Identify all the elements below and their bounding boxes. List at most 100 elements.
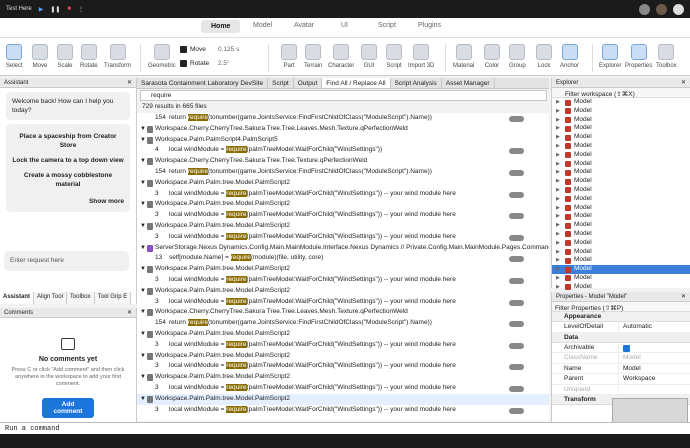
anchor-button[interactable]: Anchor [560, 44, 579, 69]
property-section[interactable]: Appearance [552, 312, 690, 322]
file-row[interactable]: ▼ Workspace.Palm.Palm.tree.Model.PalmScri… [137, 329, 549, 340]
match-row[interactable]: 3 local windModule = require(palmTreeMode… [137, 232, 549, 243]
property-section[interactable]: Data [552, 332, 690, 343]
lock-button[interactable]: Lock [536, 44, 552, 69]
file-row[interactable]: ▼ Workspace.Palm.Palm.tree.Model.PalmScri… [137, 286, 549, 297]
match-row[interactable]: 3 local windModule = require(palmTreeMode… [137, 297, 549, 308]
explorer-item[interactable]: ▶ Model [552, 116, 690, 125]
match-row[interactable]: 154 return require(tonumber(game.JointsSe… [137, 318, 549, 329]
match-toggle[interactable] [509, 299, 524, 306]
move-increment-field[interactable]: 0.125 s [218, 46, 239, 53]
match-row[interactable]: 154 return require(tonumber(game.JointsSe… [137, 167, 549, 178]
avatar[interactable] [639, 3, 650, 15]
tab-asset-manager[interactable]: Asset Manager [442, 78, 495, 88]
match-toggle[interactable] [509, 321, 524, 328]
file-row[interactable]: ▼ Workspace.Palm.Palm.tree.Model.PalmScri… [137, 178, 549, 189]
match-toggle[interactable] [509, 169, 524, 176]
explorer-item[interactable]: ▶ Model [552, 265, 690, 274]
chevron-right-icon[interactable]: ▶ [556, 151, 560, 160]
suggestion-chip[interactable]: Lock the camera to a top down view [12, 156, 124, 165]
close-icon[interactable]: ✕ [681, 79, 686, 86]
explorer-item[interactable]: ▶ Model [552, 133, 690, 142]
settings-icon[interactable] [673, 3, 684, 15]
file-row[interactable]: ▼ Workspace.Palm.Palm.tree.Model.PalmScri… [137, 221, 549, 232]
chevron-down-icon[interactable]: ▼ [140, 264, 146, 275]
chevron-right-icon[interactable]: ▶ [556, 239, 560, 248]
chevron-down-icon[interactable]: ▼ [140, 124, 146, 135]
match-row[interactable]: 3 local windModule = require(palmTreeMode… [137, 340, 549, 351]
explorer-item[interactable]: ▶ Model [552, 177, 690, 186]
test-here-dropdown[interactable]: Test Here [6, 6, 32, 12]
tab-assistant[interactable]: Assistant [0, 292, 35, 304]
tab-plugins[interactable]: Plugins [418, 22, 441, 29]
property-row[interactable]: LevelOfDetail Automatic [552, 322, 690, 333]
tab-align-tool[interactable]: Align Tool [34, 292, 67, 304]
chevron-down-icon[interactable]: ▼ [140, 221, 146, 232]
file-row[interactable]: ▼ Workspace.Cherry.CherryTree.Sakura Tree… [137, 124, 549, 135]
tab-model[interactable]: Model [253, 22, 272, 29]
chevron-right-icon[interactable]: ▶ [556, 98, 560, 107]
file-row[interactable]: ▼ ServerStorage.Nexus Dynamics.Config.Mai… [137, 243, 549, 254]
explorer-item[interactable]: ▶ Model [552, 239, 690, 248]
transform-tool[interactable]: Transform [104, 44, 131, 69]
match-row[interactable]: 154 return require(tonumber(game.JointsSe… [137, 113, 549, 124]
match-toggle[interactable] [509, 277, 524, 284]
import-3d-button[interactable]: Import 3D [408, 44, 434, 69]
chevron-down-icon[interactable]: ▼ [140, 199, 146, 210]
properties-toggle[interactable]: Properties [625, 44, 652, 69]
chevron-right-icon[interactable]: ▶ [556, 265, 560, 274]
property-value[interactable]: Model [619, 353, 641, 363]
file-row[interactable]: ▼ Workspace.Cherry.CherryTree.Sakura Tree… [137, 156, 549, 167]
chevron-right-icon[interactable]: ▶ [556, 160, 560, 169]
part-button[interactable]: Part [281, 44, 297, 69]
property-row[interactable]: Parent Workspace [552, 374, 690, 385]
chevron-right-icon[interactable]: ▶ [556, 221, 560, 230]
property-value[interactable] [619, 343, 630, 353]
request-input[interactable]: Enter request here [4, 251, 129, 271]
move-tool[interactable]: Move [32, 44, 48, 69]
chevron-right-icon[interactable]: ▶ [556, 204, 560, 213]
match-toggle[interactable] [509, 256, 524, 263]
property-value[interactable]: Model [619, 364, 641, 374]
explorer-item[interactable]: ▶ Model [552, 107, 690, 116]
match-row[interactable]: 3 local windModule = require(palmTreeMode… [137, 361, 549, 372]
suggestion-chip[interactable]: Place a spaceship from Creator Store [12, 132, 124, 150]
chevron-right-icon[interactable]: ▶ [556, 133, 560, 142]
find-input[interactable]: require [140, 90, 547, 101]
explorer-item[interactable]: ▶ Model [552, 195, 690, 204]
command-bar[interactable]: Run a command [0, 422, 690, 434]
tab-ui[interactable]: UI [341, 22, 348, 29]
tab-tool-grip[interactable]: Tool Grip E [94, 292, 132, 304]
group-button[interactable]: Group [509, 44, 526, 69]
explorer-item[interactable]: ▶ Model [552, 168, 690, 177]
file-row[interactable]: ▼ Workspace.Palm.Palm.tree.Model.PalmScri… [137, 199, 549, 210]
tab-toolbox[interactable]: Toolbox [66, 292, 95, 304]
avatar[interactable] [656, 3, 667, 15]
character-button[interactable]: Character [328, 44, 354, 69]
chevron-right-icon[interactable]: ▶ [556, 274, 560, 283]
match-toggle[interactable] [509, 148, 524, 155]
explorer-item[interactable]: ▶ Model [552, 230, 690, 239]
chevron-right-icon[interactable]: ▶ [556, 107, 560, 116]
geometric-dropdown[interactable]: Geometric [148, 44, 176, 69]
chevron-right-icon[interactable]: ▶ [556, 230, 560, 239]
property-row[interactable]: Name Model [552, 363, 690, 374]
explorer-item[interactable]: ▶ Model [552, 98, 690, 107]
scale-tool[interactable]: Scale [57, 44, 73, 69]
script-button[interactable]: Script [386, 44, 402, 69]
property-value[interactable]: Workspace [619, 374, 655, 384]
file-row[interactable]: ▼ Workspace.Palm.Palm.tree.Model.PalmScri… [137, 351, 549, 362]
chevron-down-icon[interactable]: ▼ [140, 351, 146, 362]
file-row[interactable]: ▼ Workspace.Palm.Palm.tree.Model.PalmScri… [137, 264, 549, 275]
show-more-link[interactable]: Show more [6, 195, 130, 210]
file-row[interactable]: ▼ Workspace.Palm.Palm.tree.Model.PalmScri… [137, 372, 549, 383]
property-row[interactable]: ClassName Model [552, 353, 690, 364]
color-button[interactable]: Color [484, 44, 500, 69]
stop-icon[interactable]: ■ [67, 6, 71, 12]
suggestion-chip[interactable]: Create a mossy cobblestone material [12, 171, 124, 189]
chevron-right-icon[interactable]: ▶ [556, 283, 560, 292]
property-value[interactable] [619, 385, 623, 395]
properties-filter-input[interactable]: Filter Properties (⇧⌘P) [552, 302, 690, 312]
chevron-down-icon[interactable]: ▼ [140, 372, 146, 383]
explorer-item[interactable]: ▶ Model [552, 124, 690, 133]
